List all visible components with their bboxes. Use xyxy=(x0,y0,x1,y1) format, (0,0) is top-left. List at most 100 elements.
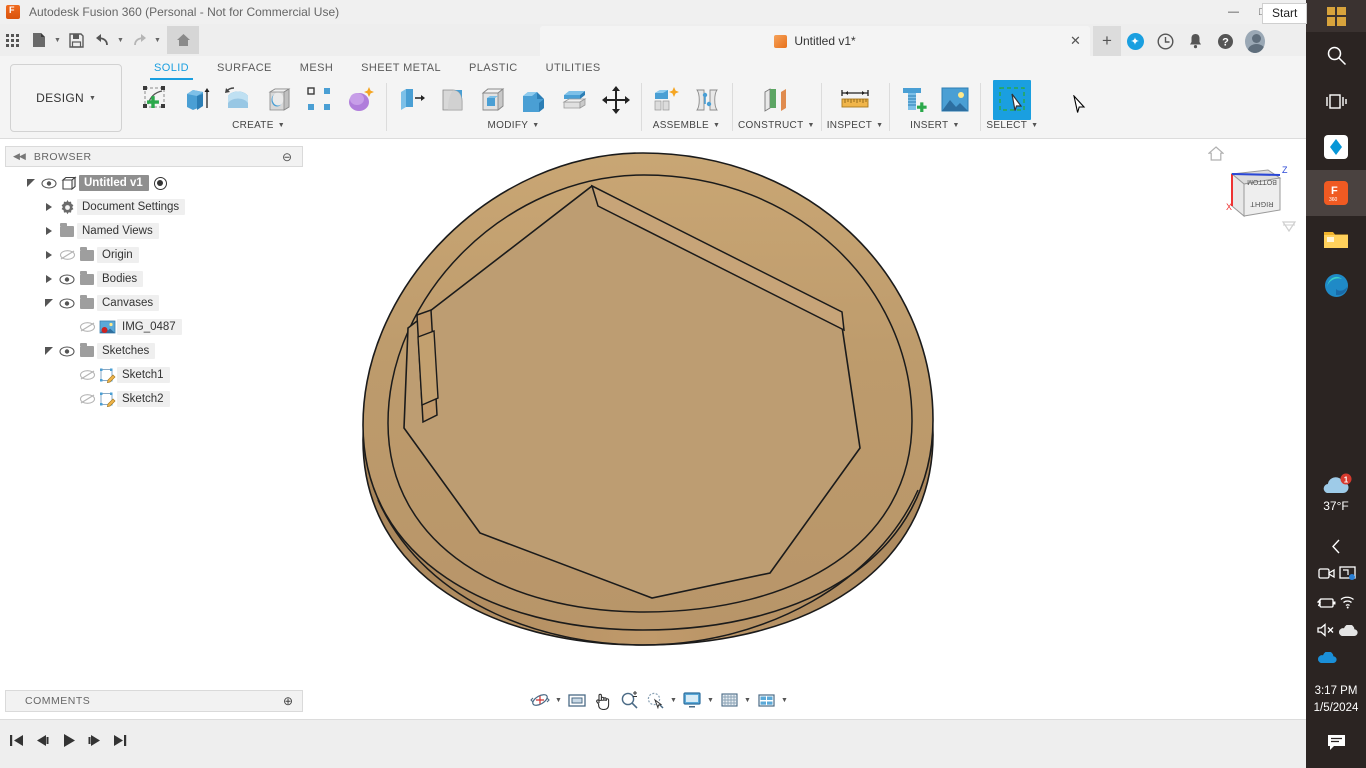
chevron-down-icon[interactable]: ▼ xyxy=(532,122,539,129)
new-file-button[interactable] xyxy=(26,27,52,53)
app-grid-button[interactable] xyxy=(0,27,26,53)
tree-item-sketch2[interactable]: Sketch2 xyxy=(5,387,303,411)
viewcube-dropdown-icon[interactable] xyxy=(1281,220,1297,239)
chevron-down-icon[interactable]: ▼ xyxy=(876,122,883,129)
camera-icon[interactable] xyxy=(1318,566,1335,586)
tree-item-sketch1[interactable]: Sketch1 xyxy=(5,363,303,387)
action-center-button[interactable] xyxy=(1306,733,1366,768)
chevron-down-icon[interactable]: ▼ xyxy=(952,122,959,129)
tree-item-sketches[interactable]: Sketches xyxy=(5,339,303,363)
visibility-eye-icon[interactable] xyxy=(57,345,77,357)
display-caret-icon[interactable]: ▼ xyxy=(706,697,715,704)
timeline-step-back-button[interactable] xyxy=(34,731,51,749)
browser-collapse-icon[interactable]: ◀◀ xyxy=(13,151,26,162)
zoom-fit-icon[interactable] xyxy=(643,689,667,711)
viewports-caret-icon[interactable]: ▼ xyxy=(780,697,789,704)
redo-caret-icon[interactable]: ▼ xyxy=(152,27,163,53)
zoom-magnifier-icon[interactable] xyxy=(617,689,641,711)
tray-expand-button[interactable] xyxy=(1306,539,1366,554)
tab-plastic[interactable]: PLASTIC xyxy=(455,58,532,77)
browser-minimize-icon[interactable]: ⊖ xyxy=(282,150,292,164)
press-pull-tool[interactable] xyxy=(392,80,430,120)
combine-tool[interactable] xyxy=(515,80,553,120)
new-file-caret-icon[interactable]: ▼ xyxy=(52,27,63,53)
expander-closed-icon[interactable] xyxy=(41,203,57,211)
visibility-eye-hidden-icon[interactable] xyxy=(77,369,97,381)
zoom-fit-caret-icon[interactable]: ▼ xyxy=(669,697,678,704)
workspace-selector[interactable]: DESIGN ▼ xyxy=(10,64,122,132)
tree-item-document-settings[interactable]: Document Settings xyxy=(5,195,303,219)
tree-item-img-0487[interactable]: IMG_0487 xyxy=(5,315,303,339)
taskbar-fusion360-app[interactable]: F 360 xyxy=(1306,170,1366,216)
battery-charging-icon[interactable] xyxy=(1316,596,1336,614)
extrude-tool[interactable] xyxy=(178,80,216,120)
remote-desktop-icon[interactable] xyxy=(1339,566,1356,586)
revolve-tool[interactable] xyxy=(219,80,257,120)
timeline-last-button[interactable] xyxy=(112,731,129,749)
visibility-eye-icon[interactable] xyxy=(39,177,59,189)
onedrive-grey-icon[interactable] xyxy=(1337,623,1358,642)
extension-badge-icon[interactable]: ✦ xyxy=(1125,31,1145,51)
chevron-down-icon[interactable]: ▼ xyxy=(807,122,814,129)
expander-closed-icon[interactable] xyxy=(41,227,57,235)
visibility-eye-icon[interactable] xyxy=(57,273,77,285)
move-arrows-icon[interactable] xyxy=(597,80,635,120)
tab-utilities[interactable]: UTILITIES xyxy=(532,58,615,77)
weather-widget[interactable]: 1 37°F xyxy=(1306,473,1366,513)
notifications-bell-icon[interactable] xyxy=(1185,31,1205,51)
image-canvas-icon[interactable] xyxy=(936,80,974,120)
tab-mesh[interactable]: MESH xyxy=(286,58,347,77)
taskbar-task-view-button[interactable] xyxy=(1306,78,1366,124)
expander-open-icon[interactable] xyxy=(23,179,39,187)
expander-open-icon[interactable] xyxy=(41,299,57,307)
timeline-play-button[interactable] xyxy=(60,731,77,749)
visibility-eye-hidden-icon[interactable] xyxy=(77,393,97,405)
expander-closed-icon[interactable] xyxy=(41,251,57,259)
expander-open-icon[interactable] xyxy=(41,347,57,355)
visibility-eye-icon[interactable] xyxy=(57,297,77,309)
chevron-down-icon[interactable]: ▼ xyxy=(1031,122,1038,129)
split-face-tool[interactable] xyxy=(556,80,594,120)
tab-surface[interactable]: SURFACE xyxy=(203,58,286,77)
create-sketch-tool[interactable] xyxy=(137,80,175,120)
design-canvas[interactable] xyxy=(308,140,1306,688)
home-button[interactable] xyxy=(167,26,199,54)
redo-button[interactable] xyxy=(126,27,152,53)
hole-tool[interactable] xyxy=(260,80,298,120)
orbit-caret-icon[interactable]: ▼ xyxy=(554,697,563,704)
taskbar-edge-browser[interactable] xyxy=(1306,262,1366,308)
tab-sheet-metal[interactable]: SHEET METAL xyxy=(347,58,455,77)
save-button[interactable] xyxy=(63,27,89,53)
offset-plane-tool[interactable] xyxy=(757,80,795,120)
new-document-tab-button[interactable]: + xyxy=(1093,26,1121,56)
document-tab[interactable]: Untitled v1* xyxy=(540,26,1090,56)
taskbar-file-explorer[interactable] xyxy=(1306,216,1366,262)
bolt-plus-icon[interactable] xyxy=(895,80,933,120)
timeline-step-forward-button[interactable] xyxy=(86,731,103,749)
tree-item-canvases[interactable]: Canvases xyxy=(5,291,303,315)
visibility-eye-hidden-icon[interactable] xyxy=(57,249,77,261)
speaker-muted-icon[interactable] xyxy=(1317,623,1336,642)
viewports-icon[interactable] xyxy=(754,689,778,711)
chevron-down-icon[interactable]: ▼ xyxy=(713,122,720,129)
select-tool[interactable] xyxy=(993,80,1032,120)
timeline-first-button[interactable] xyxy=(8,731,25,749)
visibility-eye-hidden-icon[interactable] xyxy=(77,321,97,333)
wifi-icon[interactable] xyxy=(1339,595,1356,614)
monitor-display-icon[interactable] xyxy=(680,689,704,711)
user-profile-avatar[interactable] xyxy=(1245,29,1265,53)
activate-component-radio[interactable] xyxy=(153,176,167,190)
tree-item-named-views[interactable]: Named Views xyxy=(5,219,303,243)
taskbar-search-button[interactable] xyxy=(1306,32,1366,78)
rectangular-pattern-tool[interactable] xyxy=(301,80,339,120)
taskbar-start-button[interactable] xyxy=(1306,0,1366,32)
chevron-down-icon[interactable]: ▼ xyxy=(278,122,285,129)
grid-snaps-icon[interactable] xyxy=(717,689,741,711)
grid-caret-icon[interactable]: ▼ xyxy=(743,697,752,704)
comments-panel-header[interactable]: COMMENTS ⊕ xyxy=(5,690,303,712)
new-component-tool[interactable] xyxy=(647,80,685,120)
tree-item-bodies[interactable]: Bodies xyxy=(5,267,303,291)
tab-solid[interactable]: SOLID xyxy=(140,58,203,80)
help-question-icon[interactable]: ? xyxy=(1215,31,1235,51)
fillet-tool[interactable] xyxy=(433,80,471,120)
